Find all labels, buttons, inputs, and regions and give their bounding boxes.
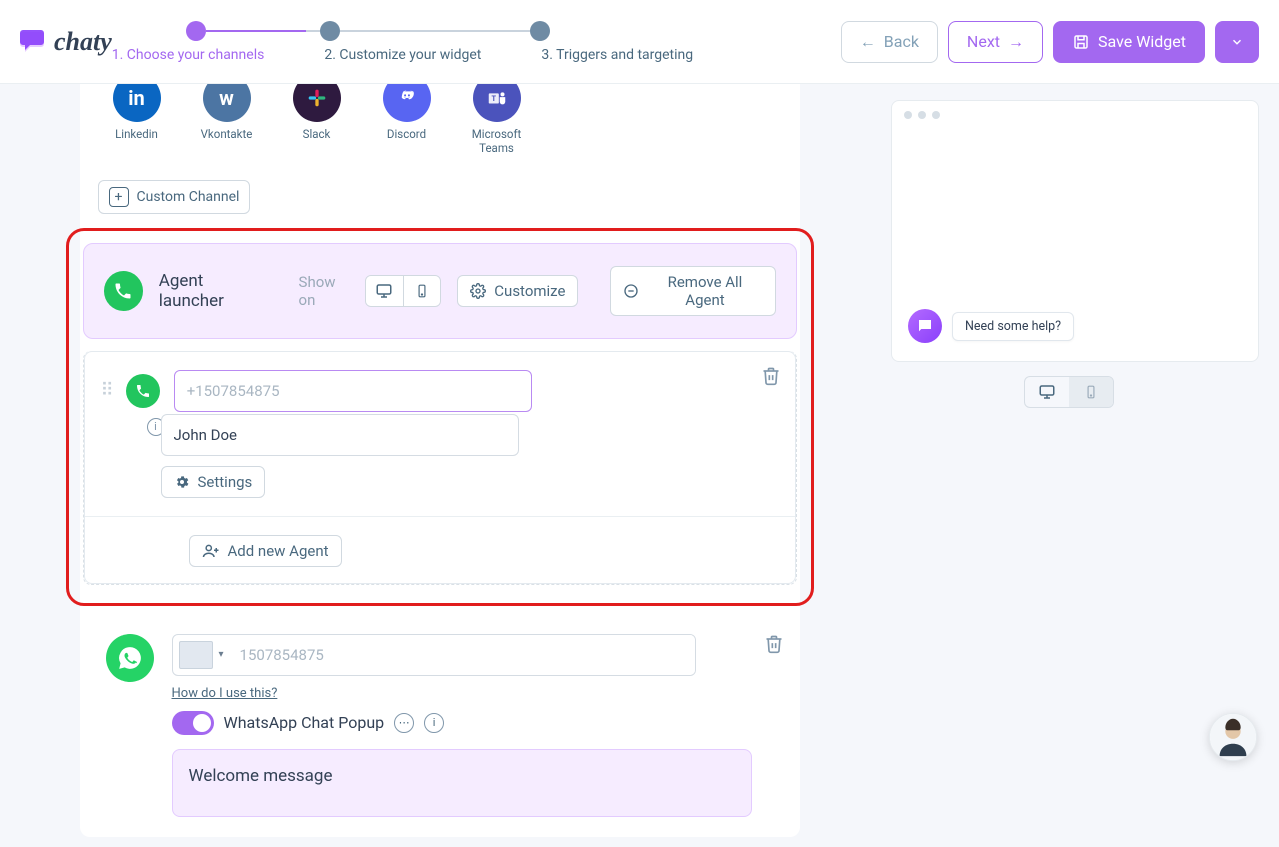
svg-text:T: T bbox=[491, 94, 496, 103]
widget-bubble-icon[interactable] bbox=[908, 309, 942, 343]
remove-all-agent-button[interactable]: Remove All Agent bbox=[610, 266, 775, 316]
agent-launcher-highlight: Agent launcher Show on Customize bbox=[66, 228, 814, 606]
customize-label: Customize bbox=[494, 282, 565, 300]
agent-name-input[interactable] bbox=[161, 414, 519, 456]
chevron-down-icon bbox=[1230, 35, 1244, 49]
save-widget-button[interactable]: Save Widget bbox=[1053, 21, 1205, 63]
step-label-1[interactable]: 1. Choose your channels bbox=[112, 47, 265, 63]
custom-channel-label: Custom Channel bbox=[137, 189, 240, 205]
device-segmented bbox=[365, 275, 441, 307]
step-label-3[interactable]: 3. Triggers and targeting bbox=[541, 47, 693, 63]
minus-circle-icon bbox=[623, 283, 639, 299]
header-actions: ← Back Next → Save Widget bbox=[841, 21, 1259, 63]
customize-button[interactable]: Customize bbox=[457, 275, 578, 307]
delete-agent-button[interactable] bbox=[761, 366, 781, 386]
whatsapp-phone-input[interactable] bbox=[232, 635, 695, 675]
step-dot-1 bbox=[186, 21, 206, 41]
whatsapp-help-link[interactable]: How do I use this? bbox=[172, 686, 278, 701]
settings-label: Settings bbox=[198, 473, 253, 491]
channel-discord[interactable]: Discord bbox=[380, 74, 434, 142]
step-line-1 bbox=[206, 30, 306, 32]
brand-logo: chaty bbox=[20, 27, 112, 57]
logo-icon bbox=[20, 30, 48, 54]
next-button[interactable]: Next → bbox=[948, 21, 1043, 63]
agent-dashed-area: ⠿ i Setting bbox=[83, 351, 797, 585]
save-dropdown-button[interactable] bbox=[1215, 21, 1259, 63]
back-button[interactable]: ← Back bbox=[841, 21, 938, 63]
step-dot-3 bbox=[530, 21, 550, 41]
agent-phone-input[interactable] bbox=[174, 370, 532, 412]
custom-channel-button[interactable]: + Custom Channel bbox=[98, 180, 251, 214]
channel-linkedin[interactable]: in Linkedin bbox=[110, 74, 164, 142]
save-label: Save Widget bbox=[1098, 32, 1186, 51]
top-bar: chaty 1. Choose your channels 2. Customi… bbox=[0, 0, 1279, 84]
preview-device-switch bbox=[1024, 376, 1114, 408]
step-dot-2 bbox=[320, 21, 340, 41]
info-icon[interactable]: i bbox=[424, 713, 444, 733]
widget-preview: Need some help? bbox=[908, 309, 1074, 343]
user-plus-icon bbox=[202, 542, 220, 560]
agent-settings-button[interactable]: Settings bbox=[161, 466, 266, 498]
channel-teams[interactable]: T Microsoft Teams bbox=[470, 74, 524, 156]
gear-icon bbox=[174, 474, 190, 490]
window-controls-icon bbox=[892, 101, 1258, 129]
channel-slack[interactable]: Slack bbox=[290, 74, 344, 142]
phone-icon bbox=[104, 271, 143, 311]
step-label-2[interactable]: 2. Customize your widget bbox=[324, 47, 481, 63]
widget-tooltip: Need some help? bbox=[952, 312, 1074, 341]
agent-launcher-panel: Agent launcher Show on Customize bbox=[83, 243, 797, 339]
agent-item: ⠿ i Setting bbox=[84, 351, 796, 584]
channel-vkontakte[interactable]: w Vkontakte bbox=[200, 74, 254, 142]
whatsapp-icon bbox=[106, 634, 154, 682]
whatsapp-phone-wrapper: ▾ bbox=[172, 634, 696, 676]
step-line-2 bbox=[340, 30, 530, 32]
channel-list: in Linkedin w Vkontakte Slack Discord T bbox=[80, 74, 800, 172]
wizard-steps: 1. Choose your channels 2. Customize you… bbox=[112, 21, 693, 63]
agent-phone-icon bbox=[126, 374, 160, 408]
mobile-toggle[interactable] bbox=[403, 276, 440, 306]
whatsapp-popup-label: WhatsApp Chat Popup bbox=[224, 713, 385, 732]
preview-window: Need some help? bbox=[891, 100, 1259, 362]
remove-all-label: Remove All Agent bbox=[647, 273, 762, 309]
brand-name: chaty bbox=[54, 27, 112, 57]
gear-icon bbox=[470, 283, 486, 299]
whatsapp-section: ▾ How do I use this? WhatsApp Chat Popup… bbox=[80, 634, 800, 817]
plus-icon: + bbox=[109, 187, 129, 207]
drag-handle-icon[interactable]: ⠿ bbox=[101, 380, 112, 401]
arrow-left-icon: ← bbox=[860, 32, 876, 52]
whatsapp-popup-toggle[interactable] bbox=[172, 711, 214, 735]
chat-bubble-icon: ⋯ bbox=[394, 713, 414, 733]
desktop-toggle[interactable] bbox=[366, 276, 403, 306]
arrow-right-icon: → bbox=[1008, 32, 1024, 52]
add-agent-button[interactable]: Add new Agent bbox=[189, 535, 342, 567]
country-flag-icon[interactable] bbox=[179, 641, 213, 669]
preview-desktop-button[interactable] bbox=[1025, 377, 1069, 407]
add-agent-label: Add new Agent bbox=[228, 542, 329, 560]
main-card: in Linkedin w Vkontakte Slack Discord T bbox=[80, 74, 800, 837]
back-label: Back bbox=[884, 32, 919, 51]
delete-whatsapp-button[interactable] bbox=[764, 634, 784, 654]
preview-mobile-button[interactable] bbox=[1069, 377, 1113, 407]
country-caret-icon[interactable]: ▾ bbox=[219, 649, 224, 660]
agent-launcher-title: Agent launcher bbox=[159, 271, 271, 311]
show-on-label: Show on bbox=[299, 273, 355, 309]
support-avatar[interactable] bbox=[1209, 713, 1257, 761]
save-icon bbox=[1072, 33, 1090, 51]
next-label: Next bbox=[967, 32, 1000, 51]
